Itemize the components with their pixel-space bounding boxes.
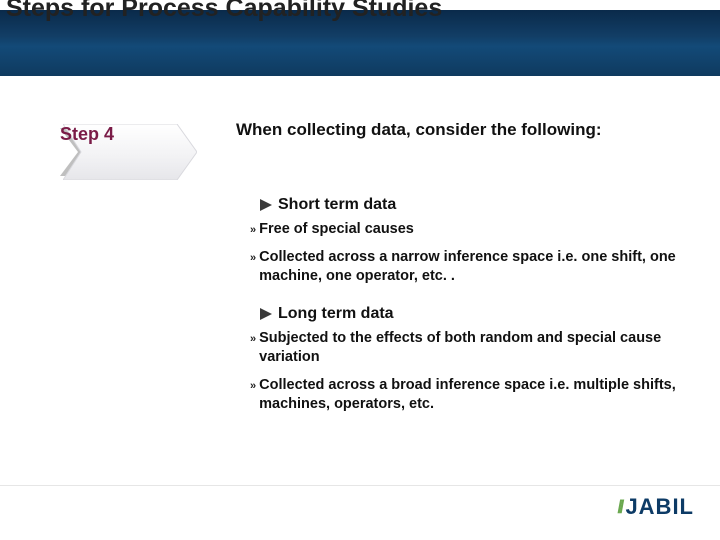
list-item: » Collected across a broad inference spa… (250, 376, 676, 415)
logo: // JABIL (554, 492, 694, 522)
logo-label: JABIL (625, 494, 694, 520)
list-item: » Subjected to the effects of both rando… (250, 329, 676, 368)
triangle-bullet-icon (260, 308, 272, 320)
slide: Steps for Process Capability Studies Ste… (0, 0, 720, 540)
step-label: Step 4 (60, 124, 200, 145)
section-heading-long-term: Long term data (260, 305, 676, 323)
slide-title-text: Steps for Process Capability Studies (6, 0, 442, 22)
footer-divider (0, 485, 720, 486)
slide-title: Steps for Process Capability Studies (6, 0, 706, 23)
list-item-text: Collected across a narrow inference spac… (259, 248, 676, 287)
section-heading-short-term: Short term data (260, 196, 676, 214)
double-chevron-icon: » (250, 379, 253, 394)
double-chevron-icon: » (250, 332, 253, 347)
double-chevron-icon: » (250, 223, 253, 238)
section-heading-text: Short term data (278, 196, 396, 214)
bullet-list: Short term data » Free of special causes… (236, 190, 676, 423)
section-heading-text: Long term data (278, 305, 394, 323)
triangle-bullet-icon (260, 199, 272, 211)
logo-slashes-icon: // (617, 497, 621, 518)
list-item: » Free of special causes (250, 220, 676, 240)
list-item-text: Subjected to the effects of both random … (259, 329, 676, 368)
step-chevron: Step 4 (60, 124, 200, 180)
list-item-text: Free of special causes (259, 220, 414, 240)
intro-text: When collecting data, consider the follo… (236, 116, 676, 145)
double-chevron-icon: » (250, 251, 253, 266)
list-item: » Collected across a narrow inference sp… (250, 248, 676, 287)
logo-text: // JABIL (617, 494, 694, 520)
list-item-text: Collected across a broad inference space… (259, 376, 676, 415)
